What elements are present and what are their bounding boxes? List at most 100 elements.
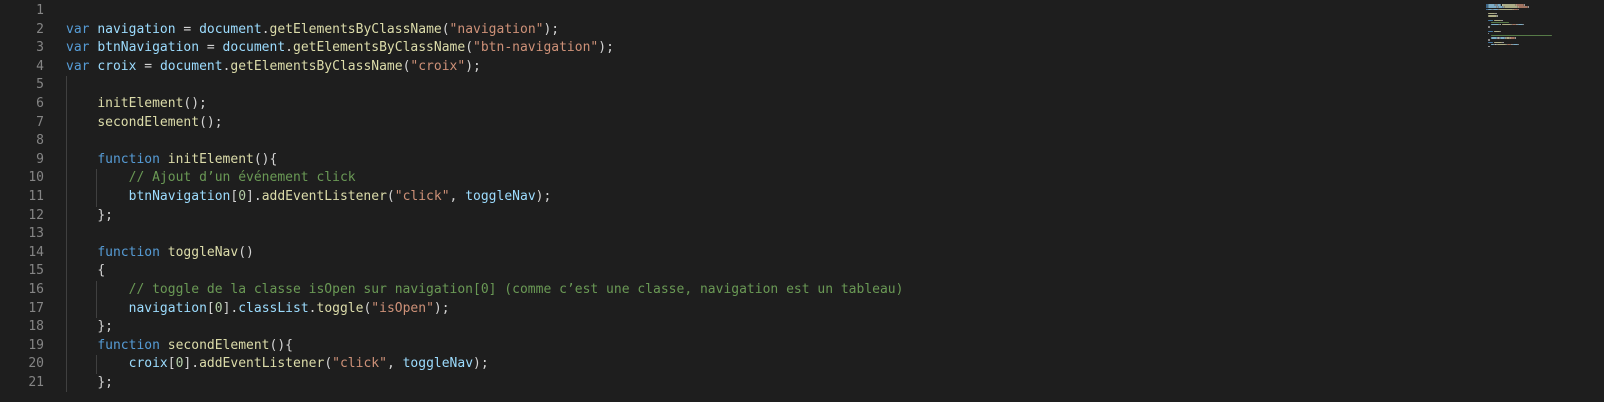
code-line[interactable]: var btnNavigation = document.getElements… [66,39,1484,58]
indent-guide [66,169,67,188]
indent-guide [66,355,67,374]
code-line[interactable]: function toggleNav() [66,243,1484,263]
indent-guide [96,355,97,374]
code-line[interactable] [66,225,1484,244]
code-token-variable: navigation [97,21,176,37]
line-number: 2 [36,21,44,37]
line-number: 19 [28,337,44,353]
code-token-punctuation: ); [433,300,450,316]
code-token-variable: btnNavigation [128,188,231,204]
code-token-punctuation: [ [167,356,176,372]
code-token-punctuation [66,115,97,130]
minimap-token [1501,24,1512,26]
minimap-token [1518,43,1520,46]
code-token-function: initElement [167,151,254,167]
vertical-scrollbar[interactable] [1590,0,1604,402]
code-token-punctuation: = [199,40,223,56]
minimap-token [1494,19,1501,21]
code-token-string: "navigation" [449,21,544,37]
code-token-punctuation: (); [183,95,207,111]
code-line[interactable]: initElement(); [66,94,1484,114]
minimap-token [1488,39,1490,41]
minimap-token [1496,15,1499,17]
code-token-variable: navigation [128,300,207,316]
code-token-punctuation [66,152,97,167]
code-editor[interactable]: 1 2 3 4 5 6 7 8 9 10 11 12 13 14 15 16 17 18 19 20 21 var na… [0,0,1604,402]
code-line[interactable] [66,2,1484,21]
indent-guide [66,187,67,207]
code-line[interactable]: }; [66,206,1484,226]
code-line[interactable] [66,76,1484,95]
code-token-variable: document [159,58,223,74]
minimap-token [1488,26,1490,28]
minimap[interactable] [1486,2,1576,62]
code-line[interactable]: secondElement(); [66,113,1484,133]
code-token-punctuation [66,282,129,297]
code-token-punctuation: }; [97,207,113,223]
code-token-punctuation: }; [97,319,113,335]
minimap-token [1495,13,1498,15]
minimap-token [1496,4,1502,6]
indent-guide [66,113,67,133]
code-token-punctuation [66,96,97,111]
line-number: 14 [28,244,44,260]
indent-guide [66,373,67,393]
code-token-function: toggle [316,300,364,316]
line-number-gutter: 1 2 3 4 5 6 7 8 9 10 11 12 13 14 15 16 17 18 19 20 21 [0,2,56,392]
code-line[interactable]: function initElement(){ [66,150,1484,170]
code-token-punctuation: }; [97,374,113,390]
indent-guide [96,280,97,300]
code-token-string: "click" [332,356,387,372]
code-line[interactable]: var navigation = document.getElementsByC… [66,21,1484,40]
code-line[interactable]: }; [66,318,1484,337]
code-line[interactable]: var croix = document.getElementsByClassN… [66,58,1484,77]
code-token-number: 0 [238,188,247,204]
code-token-punctuation: ( [386,188,395,204]
minimap-token [1488,41,1494,43]
code-token-string: "isOpen" [371,300,434,316]
line-number: 16 [28,281,44,297]
indent-guide [66,150,67,170]
code-token-punctuation: ); [598,40,614,56]
code-token-punctuation: . [308,300,317,316]
code-token-punctuation: ( [441,21,450,37]
code-line[interactable]: // Ajout d’un événement click [66,169,1484,188]
code-token-function: initElement [97,95,184,111]
code-line[interactable]: }; [66,373,1484,393]
code-token-punctuation [160,338,168,353]
code-token-punctuation: , [386,356,403,372]
code-token-variable: btnNavigation [97,40,200,56]
code-token-keyword: var [66,40,90,56]
code-line[interactable]: function secondElement(){ [66,336,1484,356]
code-token-string: "click" [394,188,450,204]
code-token-punctuation: ); [543,21,560,37]
code-token-punctuation [66,375,97,390]
code-token-punctuation [66,263,97,278]
minimap-token [1496,43,1507,46]
code-line[interactable]: { [66,262,1484,281]
line-number: 1 [36,3,44,18]
minimap-token [1488,15,1497,17]
minimap-token [1517,8,1519,10]
minimap-token [1523,4,1526,6]
code-line[interactable]: btnNavigation[0].addEventListener("click… [66,187,1484,207]
code-token-punctuation: (); [199,114,223,130]
code-line[interactable]: navigation[0].classList.toggle("isOpen")… [66,299,1484,319]
code-line[interactable] [66,132,1484,151]
code-token-punctuation: ( [324,356,333,372]
code-token-punctuation: . [285,40,293,56]
code-token-function: addEventListener [199,356,325,372]
code-token-punctuation: (){ [253,151,278,167]
code-token-punctuation: ); [535,188,552,204]
code-token-number: 0 [214,300,223,316]
code-token-punctuation: . [261,21,270,37]
code-token-keyword: var [66,21,90,37]
code-line[interactable]: croix[0].addEventListener("click", toggl… [66,355,1484,374]
code-token-variable: croix [128,356,168,372]
code-token-punctuation: = [175,21,200,37]
minimap-token [1488,32,1490,35]
minimap-token [1518,6,1529,8]
code-token-comment: // toggle de la classe isOpen sur naviga… [128,281,904,297]
code-area[interactable]: var navigation = document.getElementsByC… [66,2,1484,393]
code-line[interactable]: // toggle de la classe isOpen sur naviga… [66,280,1484,300]
